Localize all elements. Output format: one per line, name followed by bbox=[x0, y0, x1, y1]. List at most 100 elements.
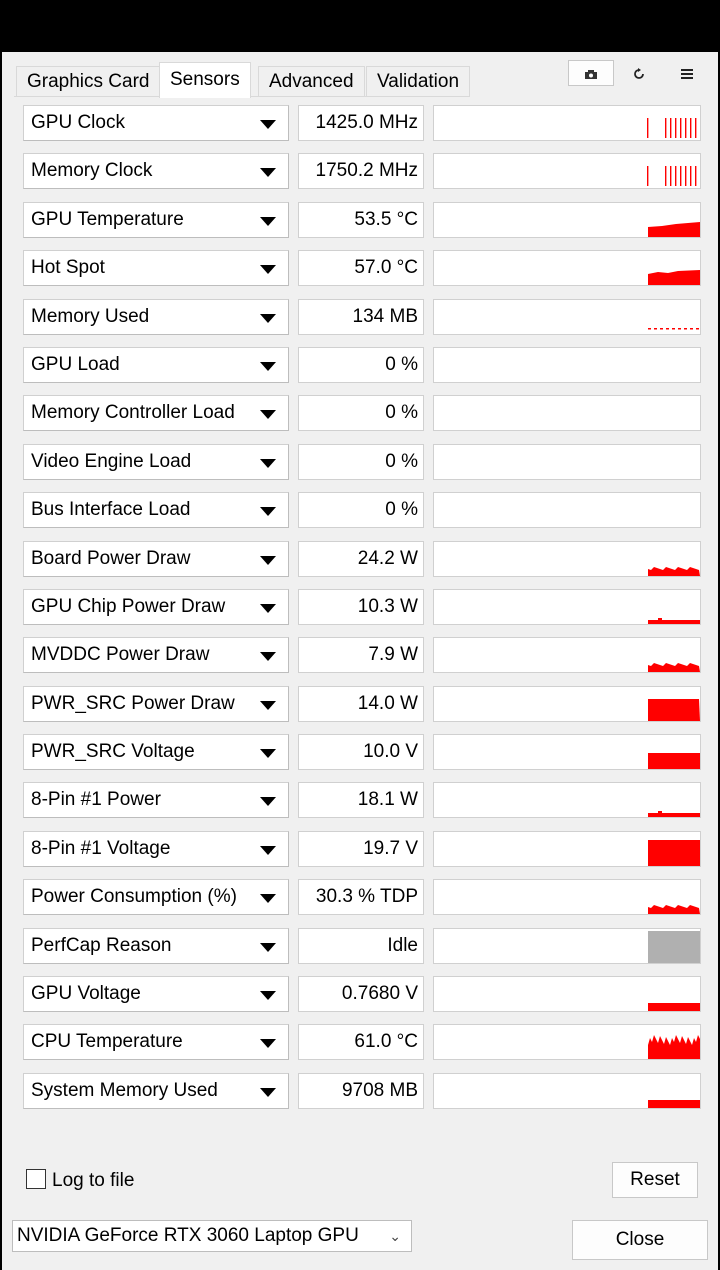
sensor-graph[interactable] bbox=[433, 879, 701, 916]
sensor-graph[interactable] bbox=[433, 443, 701, 480]
sensor-name: GPU Temperature bbox=[31, 208, 184, 230]
screenshot-button[interactable] bbox=[568, 60, 614, 86]
log-to-file-checkbox[interactable] bbox=[26, 1168, 46, 1189]
sensor-name-dropdown[interactable]: Memory Controller Load bbox=[23, 395, 289, 432]
sensor-name-dropdown[interactable]: Video Engine Load bbox=[23, 443, 289, 480]
sensor-graph[interactable] bbox=[433, 201, 701, 238]
sensor-graph[interactable] bbox=[433, 492, 701, 529]
sensor-name-dropdown[interactable]: MVDDC Power Draw bbox=[23, 637, 289, 674]
sensor-value: 0 % bbox=[298, 395, 424, 432]
sensor-graph-plot bbox=[648, 1003, 700, 1012]
sensor-name: Board Power Draw bbox=[31, 547, 191, 569]
sensor-graph-plot bbox=[434, 445, 700, 479]
sensor-value: Idle bbox=[298, 927, 424, 964]
dropdown-arrow-icon bbox=[260, 1039, 276, 1049]
gpu-select[interactable]: NVIDIA GeForce RTX 3060 Laptop GPU ⌄ bbox=[12, 1220, 412, 1252]
refresh-button[interactable] bbox=[616, 60, 662, 86]
sensor-graph[interactable] bbox=[433, 298, 701, 335]
sensor-name-dropdown[interactable]: Hot Spot bbox=[23, 250, 289, 287]
sensor-name: Power Consumption (%) bbox=[31, 886, 237, 908]
sensor-graph[interactable] bbox=[433, 105, 701, 141]
sensor-name-dropdown[interactable]: Power Consumption (%) bbox=[23, 879, 289, 916]
sensor-row: PWR_SRC Voltage 10.0 V bbox=[2, 732, 718, 780]
menu-button[interactable] bbox=[664, 60, 710, 86]
dropdown-arrow-icon bbox=[260, 652, 276, 662]
sensor-name-dropdown[interactable]: PWR_SRC Power Draw bbox=[23, 685, 289, 722]
sensor-graph[interactable] bbox=[433, 153, 701, 190]
sensor-name-dropdown[interactable]: GPU Voltage bbox=[23, 976, 289, 1013]
sensor-name: GPU Load bbox=[31, 353, 120, 375]
sensor-name-dropdown[interactable]: Memory Clock bbox=[23, 153, 289, 190]
sensor-graph[interactable] bbox=[433, 637, 701, 674]
sensor-row: Power Consumption (%) 30.3 % TDP bbox=[2, 877, 718, 925]
menu-icon bbox=[681, 68, 693, 79]
dropdown-arrow-icon bbox=[260, 942, 276, 952]
sensor-name: CPU Temperature bbox=[31, 1031, 183, 1053]
dropdown-arrow-icon bbox=[260, 313, 276, 323]
sensor-name: Memory Clock bbox=[31, 160, 153, 182]
sensor-graph-plot bbox=[434, 396, 700, 430]
sensor-name-dropdown[interactable]: 8-Pin #1 Voltage bbox=[23, 830, 289, 867]
log-to-file-option[interactable]: Log to file bbox=[26, 1168, 135, 1194]
sensor-name: Video Engine Load bbox=[31, 450, 192, 472]
sensor-value: 1750.2 MHz bbox=[298, 153, 424, 190]
sensor-name-dropdown[interactable]: CPU Temperature bbox=[23, 1024, 289, 1061]
tab-advanced[interactable]: Advanced bbox=[258, 66, 365, 96]
sensor-name-dropdown[interactable]: GPU Chip Power Draw bbox=[23, 588, 289, 625]
tab-validation[interactable]: Validation bbox=[366, 66, 471, 96]
dropdown-arrow-icon bbox=[260, 555, 276, 565]
sensor-graph-plot bbox=[648, 270, 700, 286]
sensor-name: GPU Clock bbox=[31, 112, 125, 133]
sensor-row: Bus Interface Load 0 % bbox=[2, 490, 718, 538]
tab-sensors[interactable]: Sensors bbox=[159, 62, 251, 98]
sensor-name-dropdown[interactable]: PWR_SRC Voltage bbox=[23, 734, 289, 771]
sensor-graph[interactable] bbox=[433, 1072, 701, 1109]
sensor-row: PWR_SRC Power Draw 14.0 W bbox=[2, 684, 718, 732]
sensor-name-dropdown[interactable]: GPU Temperature bbox=[23, 201, 289, 238]
sensor-value: 18.1 W bbox=[298, 782, 424, 819]
sensor-name: PWR_SRC Power Draw bbox=[31, 692, 235, 714]
sensor-value: 0 % bbox=[298, 443, 424, 480]
dropdown-arrow-icon bbox=[260, 749, 276, 759]
log-to-file-label: Log to file bbox=[52, 1170, 135, 1191]
sensor-graph[interactable] bbox=[433, 685, 701, 722]
sensor-name-dropdown[interactable]: System Memory Used bbox=[23, 1072, 289, 1109]
sensor-graph[interactable] bbox=[433, 250, 701, 287]
sensor-name-dropdown[interactable]: Board Power Draw bbox=[23, 540, 289, 577]
sensor-graph-plot bbox=[648, 221, 700, 237]
sensor-name: Memory Controller Load bbox=[31, 402, 235, 424]
sensor-name: Bus Interface Load bbox=[31, 499, 191, 521]
dropdown-arrow-icon bbox=[260, 797, 276, 807]
sensor-graph[interactable] bbox=[433, 395, 701, 432]
sensor-name: GPU Chip Power Draw bbox=[31, 595, 226, 617]
dropdown-arrow-icon bbox=[260, 1087, 276, 1097]
sensor-row: PerfCap Reason Idle bbox=[2, 926, 718, 974]
dropdown-arrow-icon bbox=[260, 507, 276, 517]
sensor-name: PWR_SRC Voltage bbox=[31, 741, 195, 763]
sensor-graph[interactable] bbox=[433, 830, 701, 867]
gpu-select-value: NVIDIA GeForce RTX 3060 Laptop GPU bbox=[17, 1225, 359, 1246]
sensor-graph[interactable] bbox=[433, 540, 701, 577]
sensor-graph[interactable] bbox=[433, 976, 701, 1013]
sensor-graph[interactable] bbox=[433, 782, 701, 819]
sensor-name-dropdown[interactable]: GPU Clock bbox=[23, 105, 289, 141]
sensor-name-dropdown[interactable]: 8-Pin #1 Power bbox=[23, 782, 289, 819]
sensor-graph[interactable] bbox=[433, 927, 701, 964]
sensor-graph[interactable] bbox=[433, 346, 701, 383]
sensor-graph-plot bbox=[648, 663, 700, 673]
sensor-name-dropdown[interactable]: Bus Interface Load bbox=[23, 492, 289, 529]
sensor-graph[interactable] bbox=[433, 734, 701, 771]
sensor-graph[interactable] bbox=[433, 1024, 701, 1061]
close-button[interactable]: Close bbox=[572, 1220, 708, 1260]
sensor-graph[interactable] bbox=[433, 588, 701, 625]
sensor-name-dropdown[interactable]: GPU Load bbox=[23, 346, 289, 383]
sensor-name-dropdown[interactable]: PerfCap Reason bbox=[23, 927, 289, 964]
dropdown-arrow-icon bbox=[260, 120, 276, 129]
sensor-row: Board Power Draw 24.2 W bbox=[2, 539, 718, 587]
sensor-row: GPU Voltage 0.7680 V bbox=[2, 974, 718, 1022]
tab-graphics-card[interactable]: Graphics Card bbox=[16, 66, 161, 96]
sensor-graph-plot bbox=[648, 698, 700, 721]
sensor-graph-plot bbox=[648, 1035, 700, 1060]
sensor-name-dropdown[interactable]: Memory Used bbox=[23, 298, 289, 335]
reset-button[interactable]: Reset bbox=[612, 1162, 698, 1198]
